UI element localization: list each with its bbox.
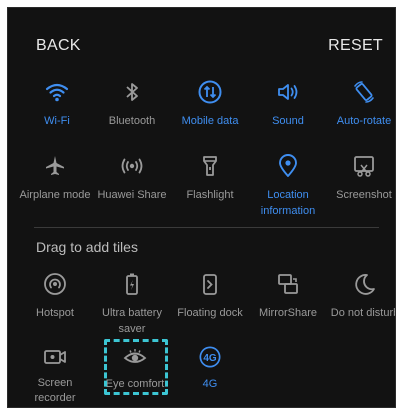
tile-label: MirrorShare bbox=[258, 307, 318, 319]
tile-wifi[interactable]: Wi-Fi bbox=[18, 79, 96, 129]
section-divider bbox=[34, 227, 379, 228]
tile-label: Floating dock bbox=[177, 307, 243, 319]
top-bar: BACK RESET bbox=[8, 8, 395, 78]
tile-label: Ultra battery saver bbox=[102, 307, 162, 335]
wifi-icon bbox=[45, 83, 69, 102]
tile-mirrorshare[interactable]: MirrorShare bbox=[249, 271, 327, 321]
tile-flashlight[interactable]: Flashlight bbox=[171, 153, 249, 203]
tile-auto-rotate[interactable]: Auto-rotate bbox=[325, 79, 395, 129]
floating-dock-icon bbox=[203, 274, 217, 295]
bluetooth-icon bbox=[126, 83, 138, 101]
hotspot-icon bbox=[44, 273, 66, 295]
auto-rotate-icon bbox=[354, 81, 374, 103]
reset-button[interactable]: RESET bbox=[328, 37, 383, 55]
tile-label: Do not disturb bbox=[330, 307, 396, 319]
tile-screenshot[interactable]: Screenshot bbox=[325, 153, 395, 203]
tile-label: Sound bbox=[272, 115, 304, 127]
tile-label: Screen recorder bbox=[34, 377, 76, 404]
do-not-disturb-icon bbox=[355, 274, 375, 295]
tile-label: Auto-rotate bbox=[336, 115, 392, 127]
svg-text:4G: 4G bbox=[203, 353, 217, 364]
tile-label: Mobile data bbox=[181, 115, 239, 127]
screen-recorder-icon bbox=[44, 350, 66, 364]
battery-saver-icon bbox=[126, 273, 138, 295]
tile-4g[interactable]: 4G 4G bbox=[171, 344, 249, 392]
sound-icon bbox=[278, 84, 298, 100]
quick-settings-edit-panel: BACK RESET Wi-Fi Bluetooth Mobile data S… bbox=[7, 7, 396, 408]
location-icon bbox=[279, 154, 297, 177]
tile-hotspot[interactable]: Hotspot bbox=[16, 271, 94, 321]
tile-label: Flashlight bbox=[186, 189, 234, 201]
tile-bluetooth[interactable]: Bluetooth bbox=[93, 79, 171, 129]
tile-label: Screenshot bbox=[336, 189, 392, 201]
tile-location-information[interactable]: Location information bbox=[249, 153, 327, 219]
huawei-share-icon bbox=[121, 158, 143, 174]
tile-label: Wi-Fi bbox=[44, 115, 70, 127]
back-button[interactable]: BACK bbox=[36, 37, 81, 55]
tile-label: Hotspot bbox=[36, 307, 74, 319]
tile-ultra-battery-saver[interactable]: Ultra battery saver bbox=[93, 271, 171, 337]
tile-label: Airplane mode bbox=[19, 189, 91, 201]
tile-do-not-disturb[interactable]: Do not disturb bbox=[325, 271, 396, 321]
tile-mobile-data[interactable]: Mobile data bbox=[171, 79, 249, 129]
4g-icon: 4G bbox=[199, 346, 221, 368]
flashlight-icon bbox=[203, 156, 217, 176]
tile-label: Location information bbox=[260, 189, 316, 217]
mirrorshare-icon bbox=[278, 274, 298, 294]
tile-screen-recorder[interactable]: Screen recorder bbox=[16, 344, 94, 406]
tile-huawei-share[interactable]: Huawei Share bbox=[93, 153, 171, 203]
tile-label: 4G bbox=[202, 378, 218, 390]
tile-label: Bluetooth bbox=[108, 115, 156, 127]
airplane-icon bbox=[46, 156, 64, 175]
tile-sound[interactable]: Sound bbox=[249, 79, 327, 129]
tile-floating-dock[interactable]: Floating dock bbox=[171, 271, 249, 321]
screenshot-icon bbox=[354, 156, 374, 177]
section-title: Drag to add tiles bbox=[36, 239, 138, 255]
eye-comfort-highlight-box bbox=[104, 339, 168, 395]
tile-airplane-mode[interactable]: Airplane mode bbox=[16, 153, 94, 203]
mobile-data-icon bbox=[198, 80, 222, 104]
tile-label: Huawei Share bbox=[97, 189, 167, 201]
